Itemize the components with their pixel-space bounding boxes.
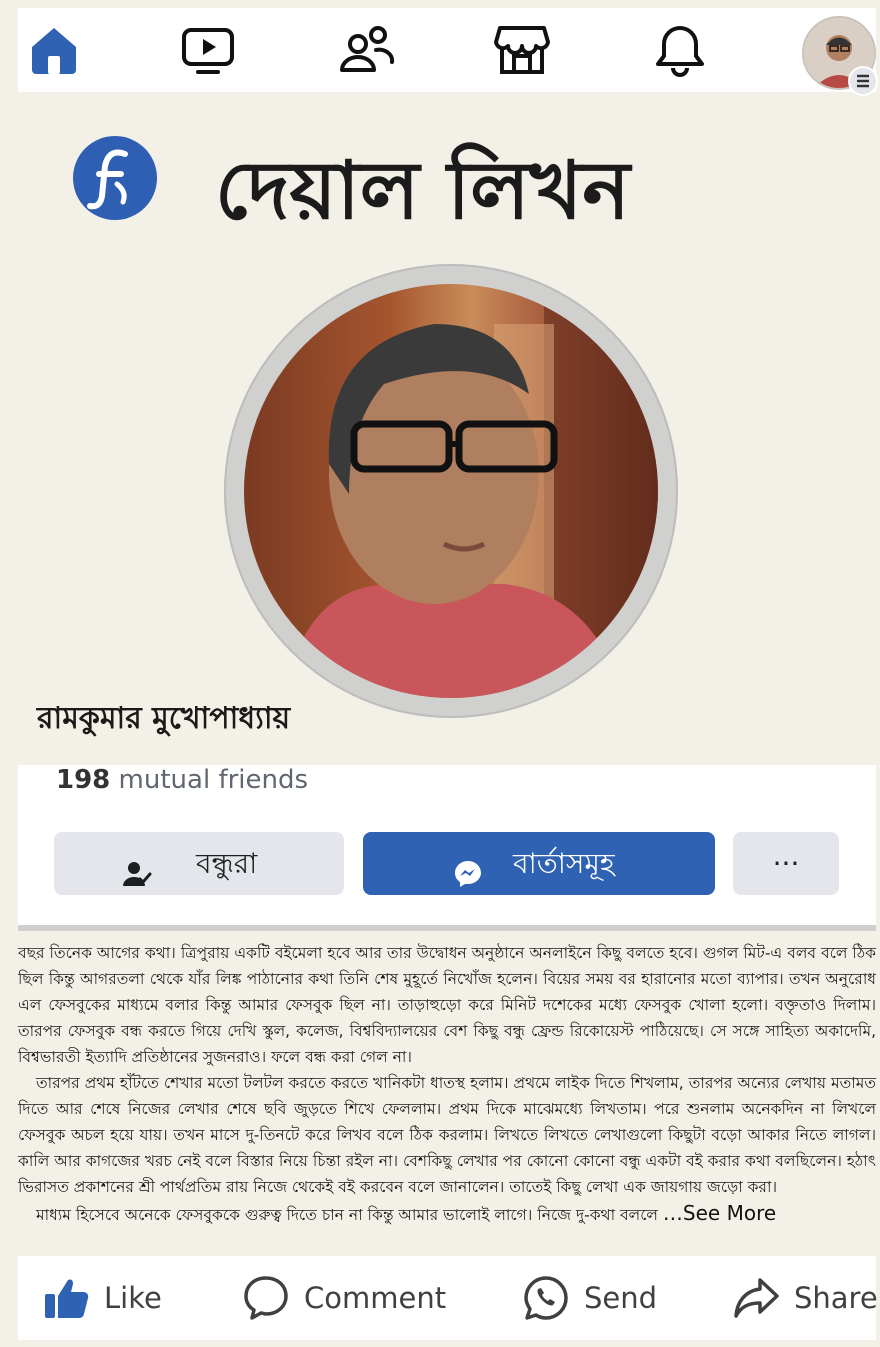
menu-icon[interactable] — [848, 66, 878, 96]
mutual-friends[interactable]: 198 mutual friends — [56, 765, 308, 795]
comment-bubble-icon — [242, 1274, 290, 1322]
banner-title: দেয়াল লিখন — [215, 143, 631, 237]
post-paragraph-1: বছর তিনেক আগের কথা। ত্রিপুরায় একটি বইমে… — [18, 944, 876, 1066]
top-navigation-bar — [18, 8, 878, 96]
profile-card: 198 mutual friends বন্ধুরা বার্তাসমূহ ··… — [18, 765, 876, 925]
mutual-friends-count: 198 — [56, 765, 111, 795]
post-body: বছর তিনেক আগের কথা। ত্রিপুরায় একটি বইমে… — [18, 940, 876, 1228]
message-button-label: বার্তাসমূহ — [513, 847, 615, 880]
send-button[interactable]: Send — [522, 1268, 682, 1328]
like-button[interactable]: Like — [42, 1268, 202, 1328]
friends-icon[interactable] — [336, 20, 396, 80]
send-label: Send — [584, 1281, 658, 1315]
profile-photo[interactable] — [224, 264, 678, 718]
post-paragraph-2: তারপর প্রথম হাঁটতে শেখার মতো টলটল করতে ক… — [18, 1074, 876, 1196]
author-name[interactable]: রামকুমার মুখোপাধ্যায় — [37, 694, 457, 744]
whatsapp-icon — [522, 1274, 570, 1322]
f-logo-icon — [73, 136, 157, 220]
share-label: Share — [794, 1281, 878, 1315]
see-more-link[interactable]: …See More — [663, 1201, 776, 1225]
share-arrow-icon — [732, 1274, 780, 1322]
home-icon[interactable] — [24, 20, 84, 80]
video-icon[interactable] — [178, 20, 238, 80]
notifications-bell-icon[interactable] — [650, 20, 710, 80]
message-button[interactable]: বার্তাসমূহ — [363, 832, 715, 895]
profile-photo-image — [244, 284, 658, 698]
friends-button-label: বন্ধুরা — [196, 847, 258, 880]
friends-check-icon — [122, 848, 152, 886]
marketplace-icon[interactable] — [492, 20, 552, 80]
post-paragraph-3-text: মাধ্যম হিসেবে অনেকে ফেসবুককে গুরুত্ব দিত… — [36, 1206, 658, 1224]
comment-label: Comment — [304, 1281, 447, 1315]
post-paragraph-3: মাধ্যম হিসেবে অনেকে ফেসবুককে গুরুত্ব দিত… — [18, 1200, 876, 1228]
more-options-button[interactable]: ··· — [733, 832, 839, 895]
messenger-icon — [453, 848, 483, 887]
thumbs-up-icon — [42, 1274, 90, 1322]
divider — [18, 925, 876, 931]
share-button[interactable]: Share — [732, 1268, 878, 1328]
post-action-bar: Like Comment Send Share — [18, 1256, 878, 1340]
comment-button[interactable]: Comment — [242, 1268, 472, 1328]
friends-button[interactable]: বন্ধুরা — [54, 832, 344, 895]
mutual-friends-label: mutual friends — [118, 765, 309, 795]
like-label: Like — [104, 1281, 162, 1315]
